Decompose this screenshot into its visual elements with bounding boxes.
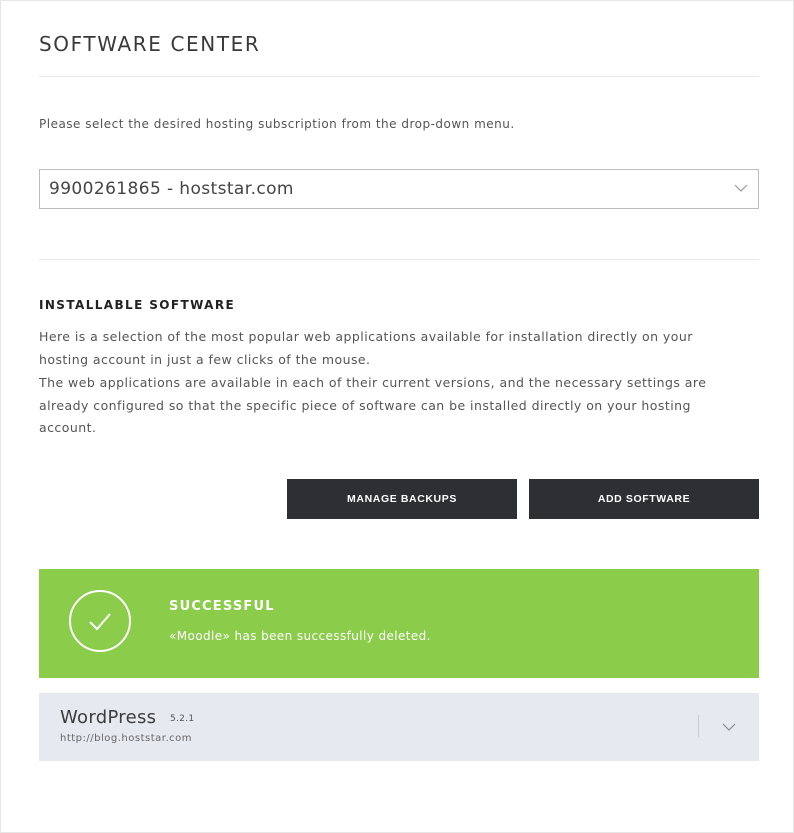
subscription-select-value: 9900261865 - hoststar.com <box>49 179 294 199</box>
success-alert: SUCCESSFUL «Moodle» has been successfull… <box>39 569 759 678</box>
checkmark-circle-icon <box>69 590 131 652</box>
app-version: 5.2.1 <box>170 714 195 724</box>
app-url: http://blog.hoststar.com <box>60 733 192 744</box>
section-divider <box>39 259 759 260</box>
page-title: SOFTWARE CENTER <box>39 32 261 56</box>
add-software-button[interactable]: ADD SOFTWARE <box>529 479 759 519</box>
software-center-panel: SOFTWARE CENTER Please select the desire… <box>0 0 794 833</box>
subscription-select[interactable]: 9900261865 - hoststar.com <box>39 169 759 209</box>
manage-backups-button[interactable]: MANAGE BACKUPS <box>287 479 517 519</box>
subscription-instructions: Please select the desired hosting subscr… <box>39 117 515 131</box>
chevron-down-icon <box>734 184 748 192</box>
alert-message: «Moodle» has been successfully deleted. <box>169 629 431 643</box>
installable-description-1: Here is a selection of the most popular … <box>39 329 693 367</box>
installed-app-row-wordpress[interactable]: WordPress 5.2.1 http://blog.hoststar.com <box>39 693 759 761</box>
installable-software-heading: INSTALLABLE SOFTWARE <box>39 298 236 312</box>
alert-title: SUCCESSFUL <box>169 599 275 614</box>
title-divider <box>39 76 759 77</box>
installable-description-2: The web applications are available in ea… <box>39 375 707 435</box>
chevron-down-icon[interactable] <box>722 722 736 732</box>
app-row-divider <box>698 715 699 737</box>
app-name: WordPress <box>60 707 157 728</box>
